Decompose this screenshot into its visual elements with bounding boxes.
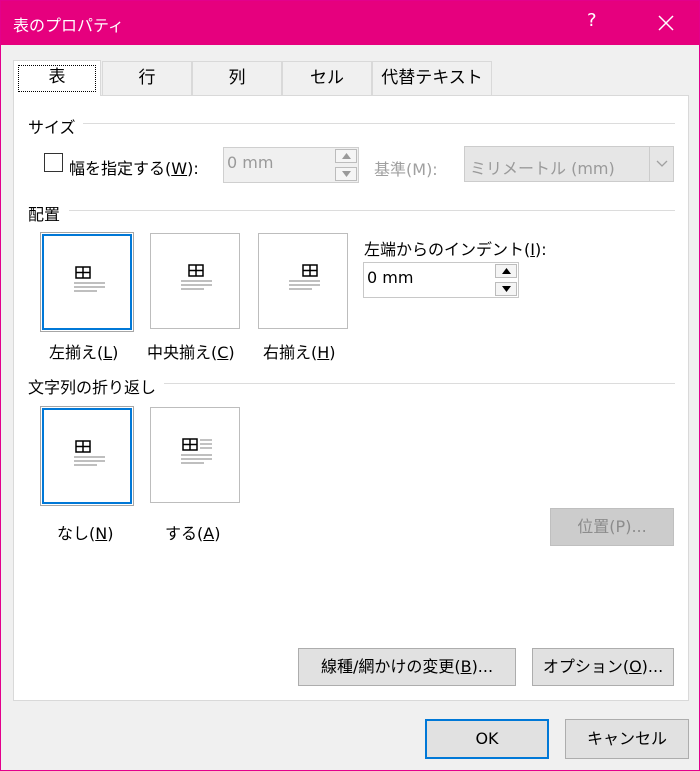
- basis-label: 基準(M):: [374, 160, 438, 179]
- tab-focus-outline: [18, 65, 96, 92]
- wrap-none-label: なし(N): [57, 524, 114, 543]
- indent-value-stepper[interactable]: 0 mm: [363, 262, 519, 298]
- cancel-button[interactable]: キャンセル: [565, 719, 689, 759]
- width-value-stepper[interactable]: 0 mm: [223, 147, 359, 183]
- indent-label: 左端からのインデント(I):: [364, 240, 547, 259]
- tab-cell-label: セル: [310, 68, 344, 88]
- align-group-divider: [69, 210, 675, 211]
- tab-row-label: 行: [138, 68, 156, 88]
- help-button[interactable]: ?: [587, 10, 597, 31]
- dialog-title: 表のプロパティ: [13, 16, 125, 35]
- wrap-around-option[interactable]: [150, 407, 240, 503]
- indent-increment-button[interactable]: [495, 264, 517, 278]
- arrow-down-icon: [342, 171, 351, 177]
- width-checkbox[interactable]: [44, 153, 63, 172]
- size-group-label: サイズ: [28, 118, 76, 137]
- align-center-option[interactable]: [150, 233, 240, 329]
- align-right-option[interactable]: [258, 233, 348, 329]
- wrap-none-option[interactable]: [40, 406, 134, 506]
- indent-decrement-button[interactable]: [495, 282, 517, 296]
- options-button[interactable]: オプション(O)...: [532, 648, 674, 686]
- position-button[interactable]: 位置(P)...: [550, 508, 674, 546]
- align-right-label: 右揃え(H): [263, 343, 336, 362]
- basis-dropdown-button[interactable]: [649, 147, 673, 181]
- wrap-around-label: する(A): [165, 524, 221, 543]
- align-center-icon: [181, 264, 212, 290]
- arrow-up-icon: [502, 268, 511, 274]
- align-group-label: 配置: [28, 205, 61, 224]
- arrow-up-icon: [342, 153, 351, 159]
- width-checkbox-label: 幅を指定する(W):: [69, 159, 199, 178]
- wrap-group-divider: [164, 383, 675, 384]
- arrow-down-icon: [502, 286, 511, 292]
- tab-column[interactable]: 列: [192, 61, 282, 95]
- table-properties-dialog: 表のプロパティ ? 表 行 列 セル 代替テキスト サイズ 幅を指定する(W):…: [0, 0, 700, 771]
- tab-table[interactable]: 表: [13, 60, 101, 96]
- close-icon: [658, 15, 674, 31]
- size-group-divider: [83, 123, 675, 124]
- tab-cell[interactable]: セル: [282, 61, 372, 95]
- width-value: 0 mm: [227, 153, 274, 172]
- align-left-option[interactable]: [40, 232, 134, 332]
- tab-row[interactable]: 行: [102, 61, 192, 95]
- indent-value: 0 mm: [367, 268, 414, 287]
- width-decrement-button[interactable]: [335, 167, 357, 181]
- align-left-label: 左揃え(L): [49, 343, 119, 362]
- ok-button[interactable]: OK: [425, 719, 549, 759]
- tab-column-label: 列: [228, 68, 246, 88]
- wrap-around-icon: [181, 438, 212, 464]
- basis-select-value: ミリメートル (mm): [470, 159, 615, 178]
- tab-alt-text[interactable]: 代替テキスト: [372, 61, 492, 95]
- width-increment-button[interactable]: [335, 149, 357, 163]
- wrap-none-icon: [74, 440, 105, 466]
- chevron-down-icon: [656, 160, 668, 167]
- tab-panel: [13, 95, 689, 701]
- basis-select[interactable]: ミリメートル (mm): [464, 146, 674, 182]
- title-bar[interactable]: 表のプロパティ ?: [1, 1, 699, 45]
- wrap-group-label: 文字列の折り返し: [28, 378, 157, 397]
- align-right-icon: [289, 264, 320, 290]
- borders-shading-button[interactable]: 線種/網かけの変更(B)...: [298, 648, 516, 686]
- close-button[interactable]: [651, 9, 681, 37]
- align-left-icon: [74, 266, 105, 292]
- align-center-label: 中央揃え(C): [147, 343, 235, 362]
- tab-alt-text-label: 代替テキスト: [381, 68, 483, 88]
